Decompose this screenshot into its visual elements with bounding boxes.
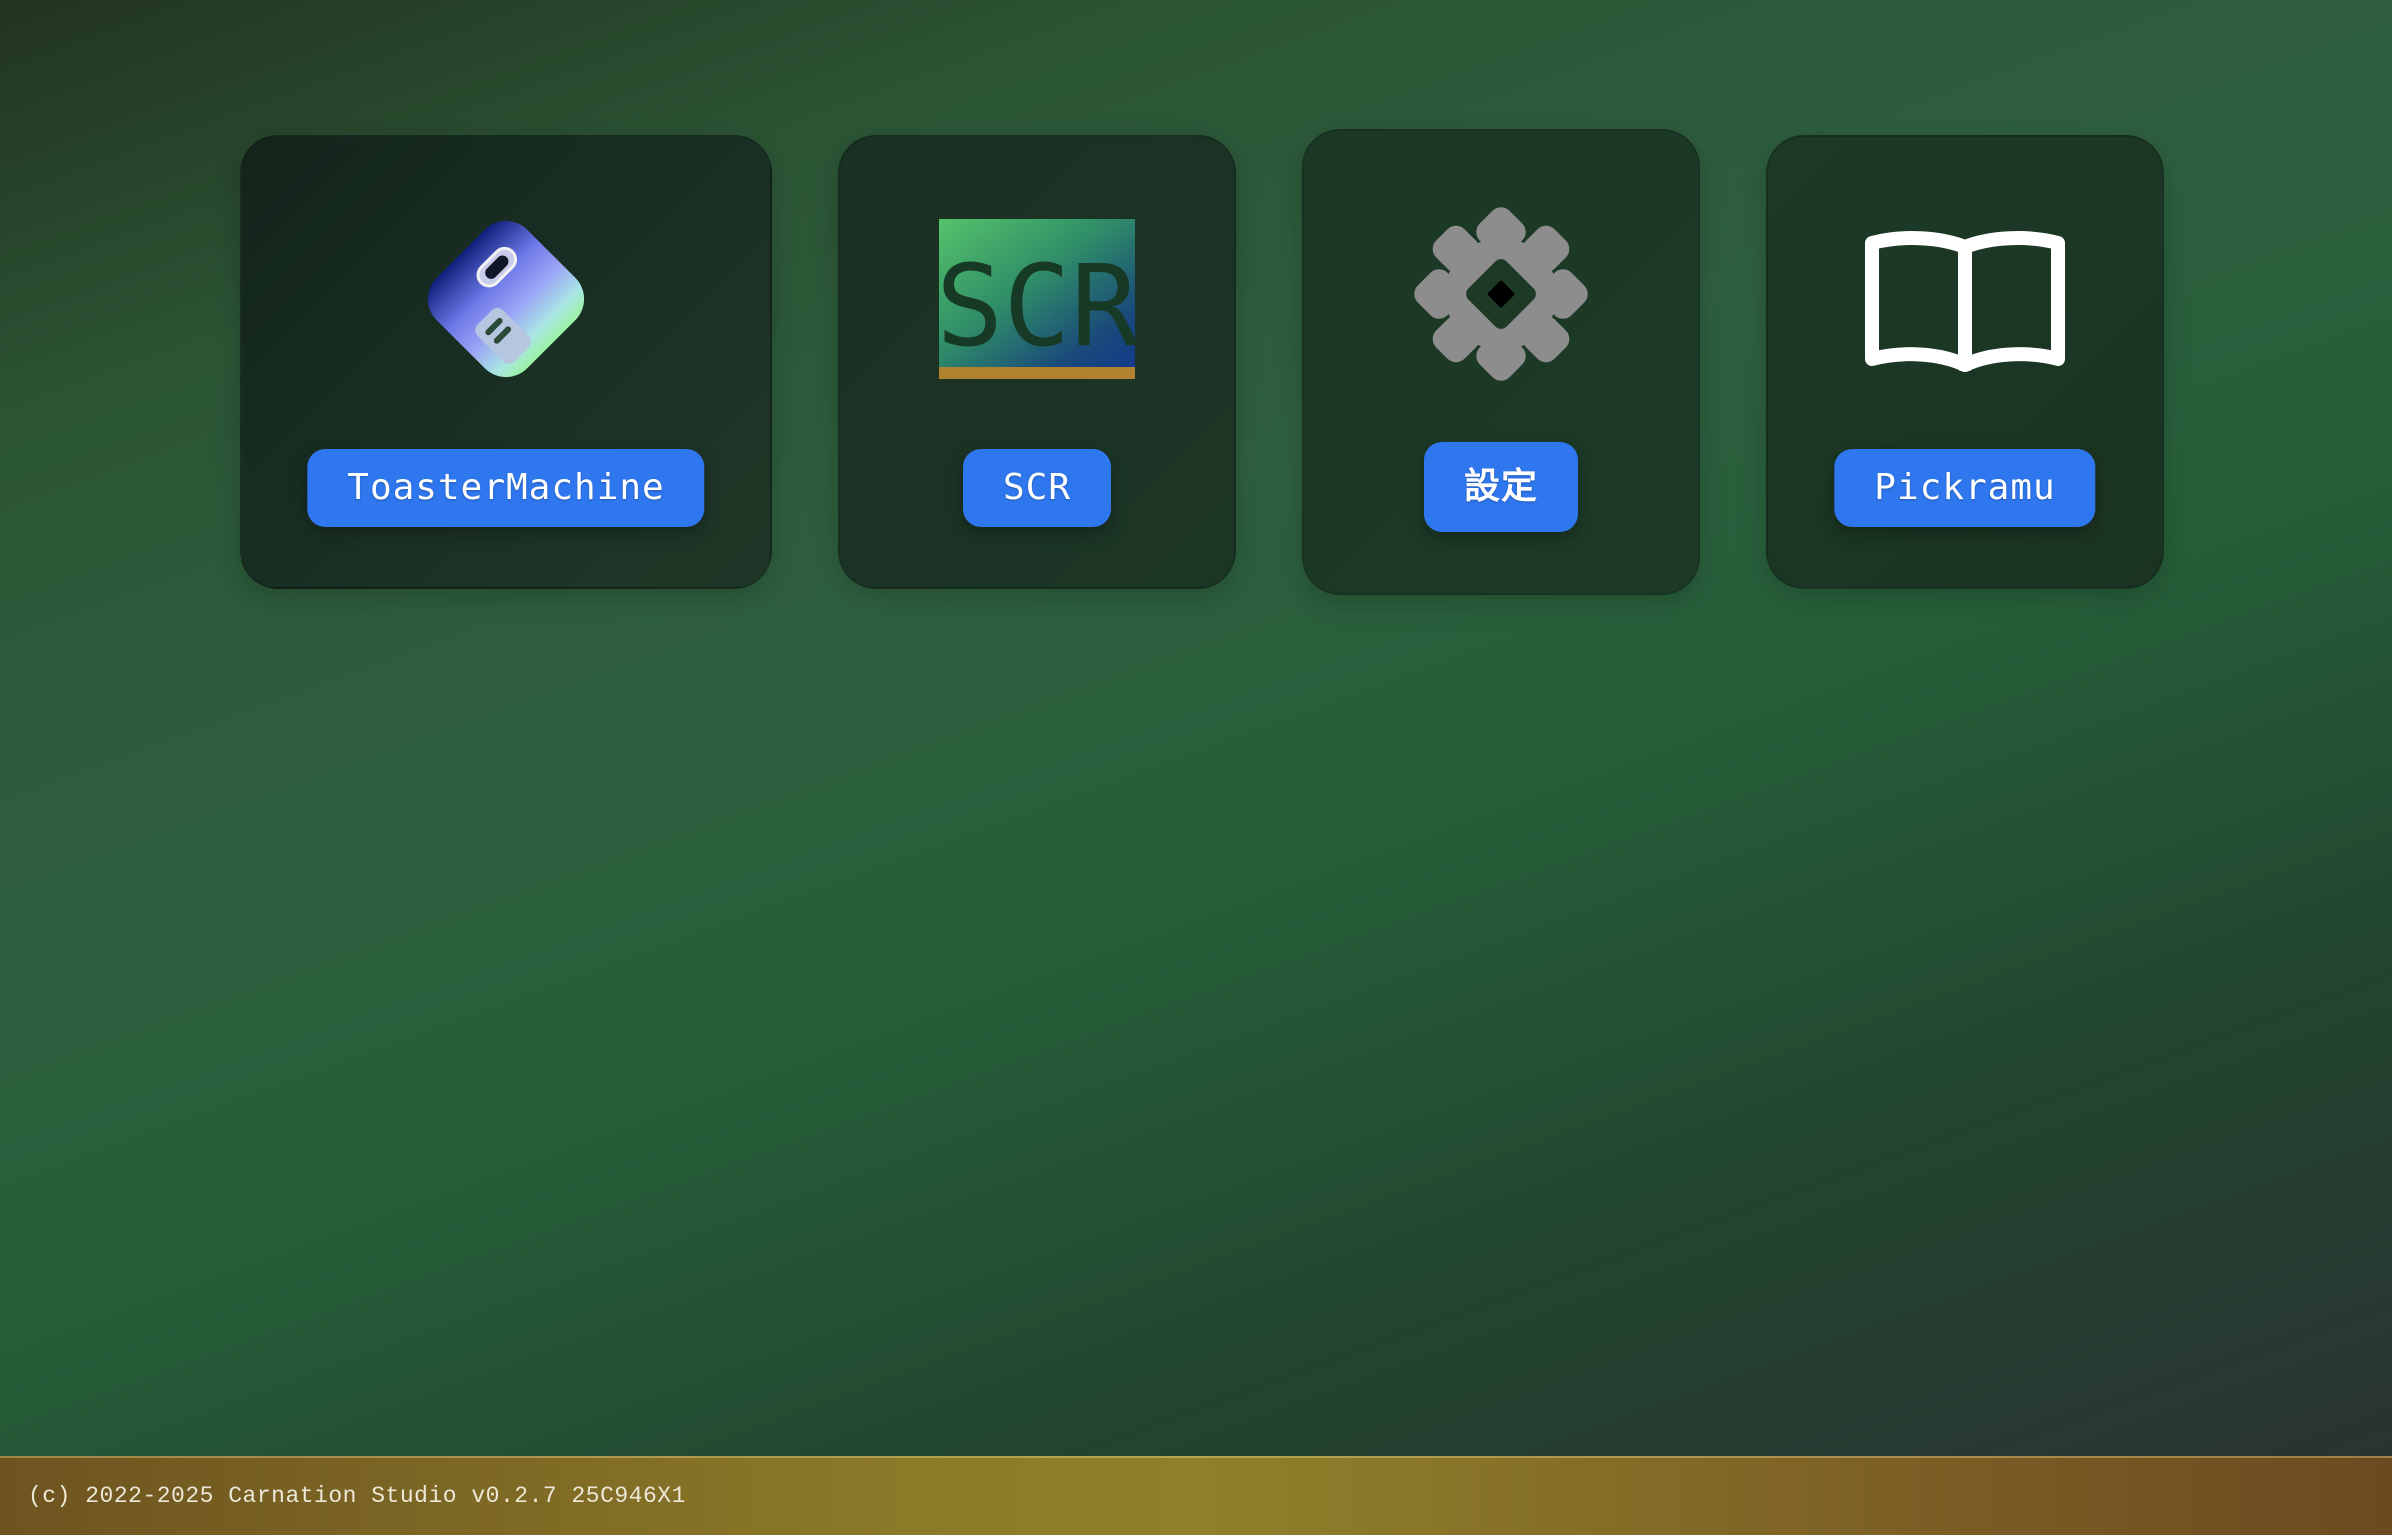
- app-card-settings[interactable]: 設定: [1302, 129, 1700, 595]
- toaster-machine-icon[interactable]: [408, 201, 604, 397]
- toastermachine-button[interactable]: ToasterMachine: [307, 449, 705, 527]
- app-launcher-grid: ToasterMachine SCR SCR 設定 Pickramu: [0, 0, 2392, 620]
- status-bar: (c) 2022-2025 Carnation Studio v0.2.7 25…: [0, 1456, 2392, 1535]
- pickramu-button[interactable]: Pickramu: [1834, 449, 2096, 527]
- app-card-scr[interactable]: SCR SCR: [838, 135, 1236, 589]
- settings-button[interactable]: 設定: [1423, 442, 1579, 532]
- copyright-version-text: (c) 2022-2025 Carnation Studio v0.2.7 25…: [28, 1483, 686, 1509]
- gear-icon[interactable]: [1408, 201, 1594, 387]
- scr-icon[interactable]: SCR: [939, 219, 1135, 379]
- scr-button[interactable]: SCR: [962, 449, 1112, 527]
- app-card-pickramu[interactable]: Pickramu: [1766, 135, 2164, 589]
- open-book-icon[interactable]: [1862, 229, 2068, 377]
- scr-icon-text: SCR: [939, 242, 1135, 372]
- app-card-toastermachine[interactable]: ToasterMachine: [240, 135, 772, 589]
